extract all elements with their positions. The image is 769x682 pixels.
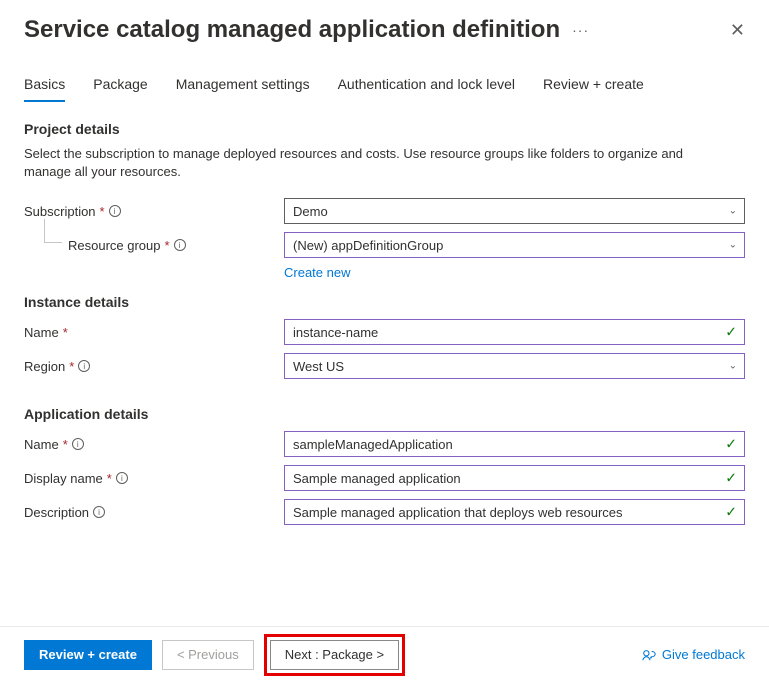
display-name-control: ✓ (284, 465, 745, 491)
app-name-label: Name * i (24, 437, 284, 452)
page-title: Service catalog managed application defi… (24, 16, 560, 44)
info-icon[interactable]: i (72, 438, 84, 450)
indent-bracket (44, 219, 62, 243)
instance-details-heading: Instance details (24, 294, 745, 310)
project-details-desc: Select the subscription to manage deploy… (24, 145, 724, 181)
feedback-label: Give feedback (662, 647, 745, 662)
required-marker: * (165, 238, 170, 253)
subscription-label: Subscription * i (24, 204, 284, 219)
more-icon[interactable]: ··· (572, 22, 589, 38)
required-marker: * (69, 359, 74, 374)
close-icon[interactable]: ✕ (730, 20, 745, 41)
region-select[interactable]: ⌄ (284, 353, 745, 379)
tabs: Basics Package Management settings Authe… (24, 76, 745, 103)
description-row: Description i ✓ (24, 498, 745, 526)
next-highlight: Next : Package > (264, 634, 405, 676)
resource-group-label: Resource group * i (68, 238, 284, 253)
resource-group-label-text: Resource group (68, 238, 161, 253)
app-name-input[interactable] (284, 431, 745, 457)
project-details-heading: Project details (24, 121, 745, 137)
create-new-link[interactable]: Create new (284, 265, 350, 280)
required-marker: * (63, 325, 68, 340)
description-label-text: Description (24, 505, 89, 520)
application-details-heading: Application details (24, 406, 745, 422)
subscription-row: Subscription * i ⌄ (24, 197, 745, 225)
app-name-row: Name * i ✓ (24, 430, 745, 458)
description-input[interactable] (284, 499, 745, 525)
display-name-label: Display name * i (24, 471, 284, 486)
previous-button[interactable]: < Previous (162, 640, 254, 670)
resource-group-row: Resource group * i ⌄ (24, 231, 745, 259)
resource-group-input[interactable] (284, 232, 745, 258)
description-control: ✓ (284, 499, 745, 525)
instance-name-input[interactable] (284, 319, 745, 345)
subscription-select[interactable]: ⌄ (284, 198, 745, 224)
required-marker: * (63, 437, 68, 452)
info-icon[interactable]: i (78, 360, 90, 372)
required-marker: * (100, 204, 105, 219)
info-icon[interactable]: i (174, 239, 186, 251)
title-row: Service catalog managed application defi… (24, 16, 589, 44)
required-marker: * (107, 471, 112, 486)
instance-name-control: ✓ (284, 319, 745, 345)
region-row: Region * i ⌄ (24, 352, 745, 380)
display-name-input[interactable] (284, 465, 745, 491)
instance-name-label-text: Name (24, 325, 59, 340)
give-feedback-link[interactable]: Give feedback (642, 647, 745, 662)
display-name-label-text: Display name (24, 471, 103, 486)
app-name-control: ✓ (284, 431, 745, 457)
header: Service catalog managed application defi… (24, 16, 745, 44)
tab-management-settings[interactable]: Management settings (176, 76, 310, 102)
tab-auth-lock[interactable]: Authentication and lock level (338, 76, 515, 102)
feedback-icon (642, 648, 656, 662)
footer: Review + create < Previous Next : Packag… (0, 626, 769, 682)
instance-name-row: Name * ✓ (24, 318, 745, 346)
info-icon[interactable]: i (93, 506, 105, 518)
display-name-row: Display name * i ✓ (24, 464, 745, 492)
subscription-label-text: Subscription (24, 204, 96, 219)
info-icon[interactable]: i (116, 472, 128, 484)
app-name-label-text: Name (24, 437, 59, 452)
tab-review-create[interactable]: Review + create (543, 76, 644, 102)
region-input[interactable] (284, 353, 745, 379)
tab-basics[interactable]: Basics (24, 76, 65, 102)
instance-name-label: Name * (24, 325, 284, 340)
region-label-text: Region (24, 359, 65, 374)
info-icon[interactable]: i (109, 205, 121, 217)
description-label: Description i (24, 505, 284, 520)
resource-group-select[interactable]: ⌄ (284, 232, 745, 258)
region-label: Region * i (24, 359, 284, 374)
subscription-input[interactable] (284, 198, 745, 224)
review-create-button[interactable]: Review + create (24, 640, 152, 670)
next-button[interactable]: Next : Package > (270, 640, 399, 670)
tab-package[interactable]: Package (93, 76, 147, 102)
create-new-row: Create new (24, 263, 745, 280)
